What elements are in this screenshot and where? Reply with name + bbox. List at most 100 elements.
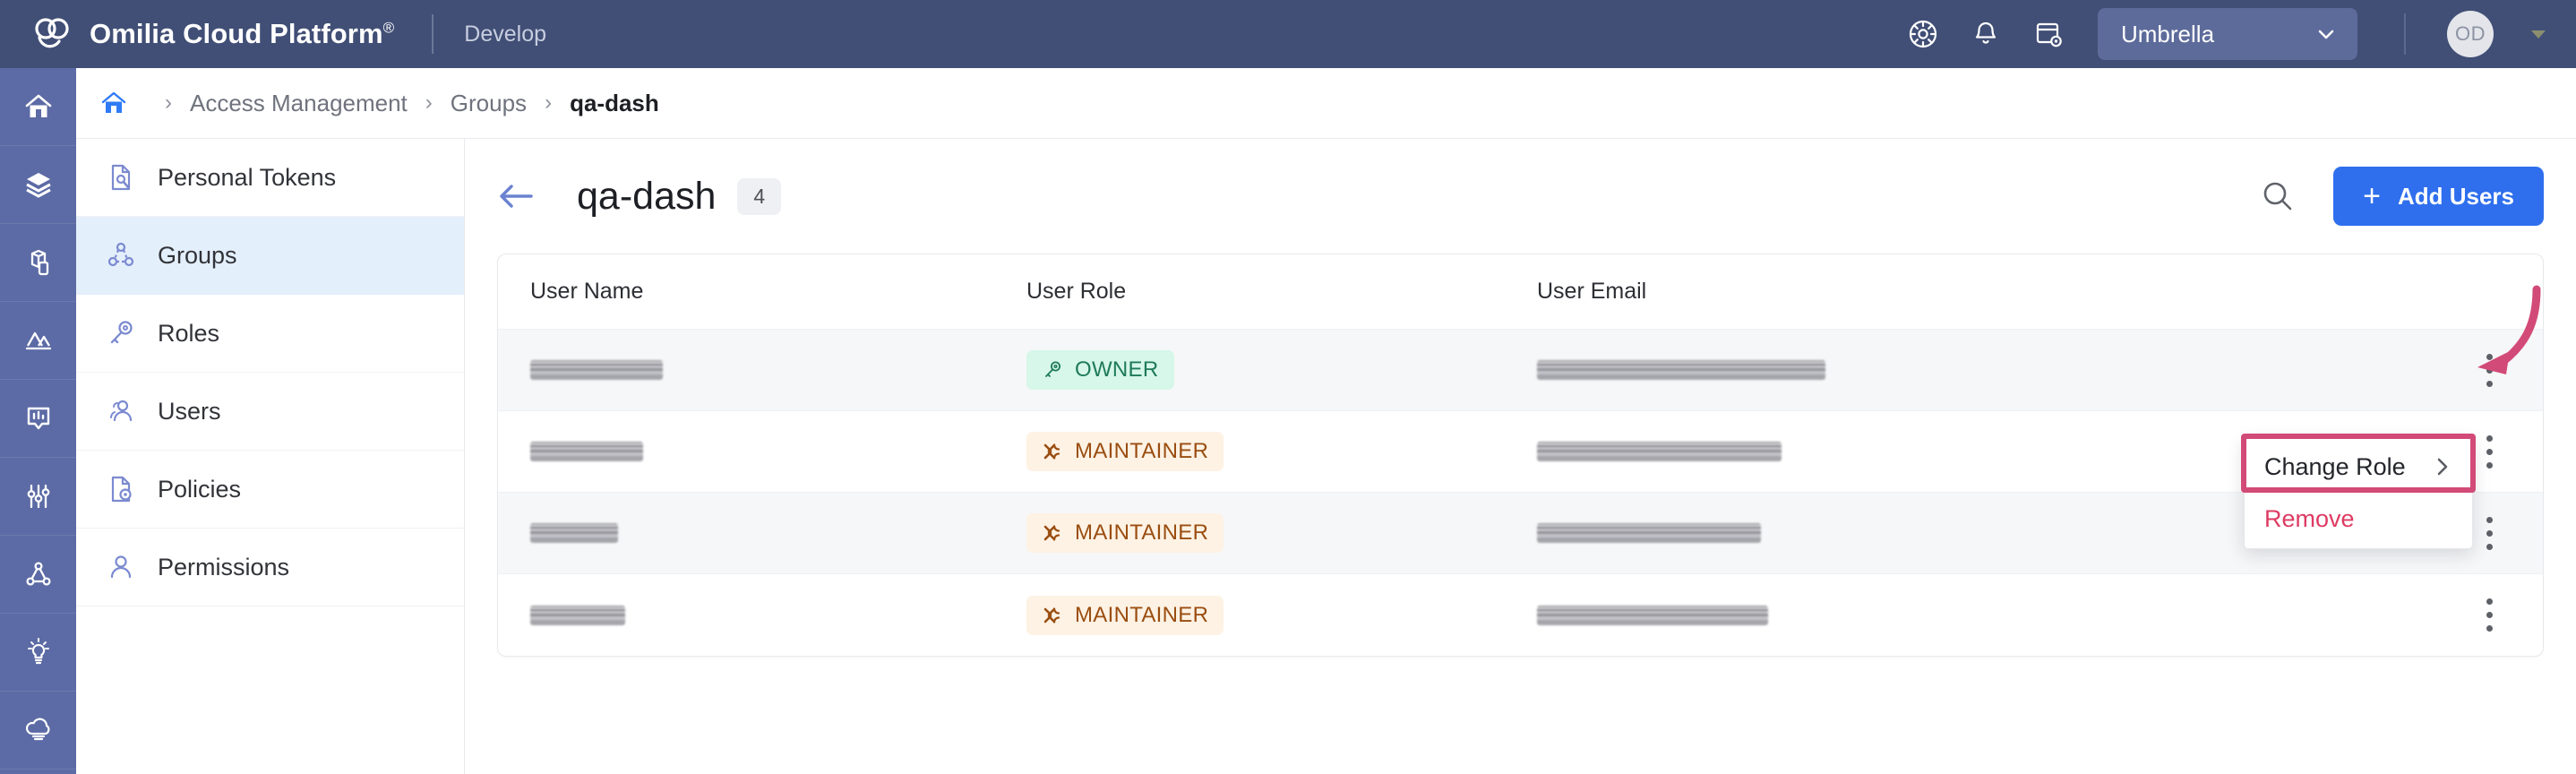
sidebar-item-label: Groups	[158, 242, 237, 270]
menu-item-remove[interactable]: Remove	[2245, 493, 2472, 545]
sidebar-item-personal-tokens[interactable]: Personal Tokens	[76, 139, 464, 217]
arrow-left-icon	[497, 181, 535, 211]
omilia-cloud-logo-icon	[32, 14, 72, 54]
redacted-user-email	[1537, 606, 1768, 625]
key-icon	[106, 318, 136, 348]
sliders-icon	[22, 480, 55, 512]
top-app-bar: Omilia Cloud Platform® Develop	[0, 0, 2576, 68]
brand[interactable]: Omilia Cloud Platform®	[0, 14, 394, 54]
cell-user-name	[498, 606, 1026, 625]
rail-item-deployments[interactable]	[0, 224, 76, 302]
breadcrumb-home-icon[interactable]	[100, 90, 127, 116]
rail-item-insights[interactable]	[0, 614, 76, 692]
rail-item-settings[interactable]	[0, 458, 76, 536]
sidebar-item-label: Permissions	[158, 554, 289, 581]
network-icon	[22, 558, 55, 590]
sidebar-item-groups[interactable]: Groups	[76, 217, 464, 295]
breadcrumb-item-qa-dash: qa-dash	[570, 90, 659, 117]
token-document-icon	[106, 162, 136, 193]
sidebar-item-label: Roles	[158, 320, 219, 348]
analytics-icon	[22, 324, 55, 357]
rail-item-analytics[interactable]	[0, 302, 76, 380]
breadcrumb-item-groups[interactable]: Groups	[451, 90, 527, 117]
caret-down-icon[interactable]	[2531, 30, 2546, 39]
cell-user-email	[1537, 360, 2435, 380]
menu-item-label: Remove	[2264, 505, 2355, 533]
members-table: User Name User Role User Email OWNER	[497, 254, 2544, 657]
sidebar-item-permissions[interactable]: Permissions	[76, 529, 464, 606]
access-management-nav: Personal Tokens Groups Roles Users	[76, 68, 465, 774]
rail-item-cloud[interactable]	[0, 692, 76, 770]
menu-item-label: Change Role	[2264, 453, 2406, 481]
role-label: MAINTAINER	[1075, 603, 1208, 628]
page-header-actions: + Add Users	[2260, 167, 2544, 226]
topbar-divider	[432, 14, 434, 54]
cube-phone-icon	[22, 246, 55, 279]
kebab-menu-icon[interactable]	[2477, 426, 2502, 477]
sidebar-item-label: Policies	[158, 476, 241, 503]
key-icon	[1042, 359, 1063, 381]
kebab-menu-icon[interactable]	[2477, 508, 2502, 559]
page-title: qa-dash	[577, 175, 716, 219]
kebab-menu-icon[interactable]	[2477, 345, 2502, 396]
notification-bell-icon[interactable]	[1967, 15, 2005, 53]
table-row[interactable]: OWNER	[498, 330, 2543, 411]
avatar[interactable]: OD	[2447, 11, 2494, 57]
person-icon	[106, 552, 136, 582]
sidebar-item-roles[interactable]: Roles	[76, 295, 464, 373]
column-header-user-name: User Name	[498, 279, 1026, 305]
chevron-right-icon	[2433, 457, 2452, 477]
column-header-user-role: User Role	[1026, 279, 1537, 305]
add-users-button[interactable]: + Add Users	[2333, 167, 2544, 226]
table-row[interactable]: MAINTAINER	[498, 493, 2543, 574]
back-button[interactable]	[497, 181, 535, 211]
page-header: qa-dash 4 + Add Users	[465, 139, 2576, 254]
users-icon	[106, 396, 136, 426]
role-label: MAINTAINER	[1075, 439, 1208, 464]
cell-user-email	[1537, 606, 2435, 625]
breadcrumb-item-access-management[interactable]: Access Management	[190, 90, 408, 117]
member-count-badge: 4	[737, 178, 781, 215]
rail-item-network[interactable]	[0, 536, 76, 614]
role-label: OWNER	[1075, 357, 1159, 383]
menu-item-change-role[interactable]: Change Role	[2245, 441, 2472, 493]
settings-gear-icon[interactable]	[1904, 15, 1942, 53]
rail-item-layers[interactable]	[0, 146, 76, 224]
environment-label[interactable]: Develop	[464, 22, 546, 47]
plus-icon: +	[2363, 181, 2381, 211]
redacted-user-name	[530, 523, 618, 543]
search-button[interactable]	[2260, 178, 2296, 214]
layers-icon	[22, 168, 55, 201]
role-badge-owner: OWNER	[1026, 350, 1174, 390]
breadcrumb-separator: ›	[425, 90, 433, 116]
cell-user-name	[498, 360, 1026, 380]
table-row[interactable]: MAINTAINER	[498, 574, 2543, 656]
column-header-user-email: User Email	[1537, 279, 2435, 305]
table-row[interactable]: MAINTAINER	[498, 411, 2543, 493]
lightbulb-icon	[22, 636, 55, 668]
redacted-user-email	[1537, 442, 1782, 461]
topbar-divider-2	[2404, 13, 2406, 55]
sidebar-item-label: Users	[158, 398, 221, 426]
rail-item-reports[interactable]	[0, 380, 76, 458]
organization-selector[interactable]: Umbrella	[2098, 8, 2357, 60]
cell-user-role: MAINTAINER	[1026, 596, 1537, 635]
redacted-user-name	[530, 360, 663, 380]
role-badge-maintainer: MAINTAINER	[1026, 432, 1224, 471]
cell-user-role: MAINTAINER	[1026, 432, 1537, 471]
cell-user-name	[498, 523, 1026, 543]
breadcrumb: › Access Management › Groups › qa-dash	[76, 68, 2576, 139]
sidebar-item-policies[interactable]: Policies	[76, 451, 464, 529]
breadcrumb-separator: ›	[545, 90, 552, 116]
cell-row-actions	[2435, 589, 2543, 641]
billing-card-icon[interactable]	[2030, 15, 2067, 53]
kebab-menu-icon[interactable]	[2477, 589, 2502, 641]
redacted-user-name	[530, 442, 643, 461]
brand-title: Omilia Cloud Platform®	[90, 18, 394, 50]
wrench-icon	[1042, 522, 1063, 544]
wrench-icon	[1042, 441, 1063, 462]
table-header-row: User Name User Role User Email	[498, 254, 2543, 330]
rail-item-home[interactable]	[0, 68, 76, 146]
sidebar-item-users[interactable]: Users	[76, 373, 464, 451]
organization-name: Umbrella	[2121, 21, 2214, 48]
